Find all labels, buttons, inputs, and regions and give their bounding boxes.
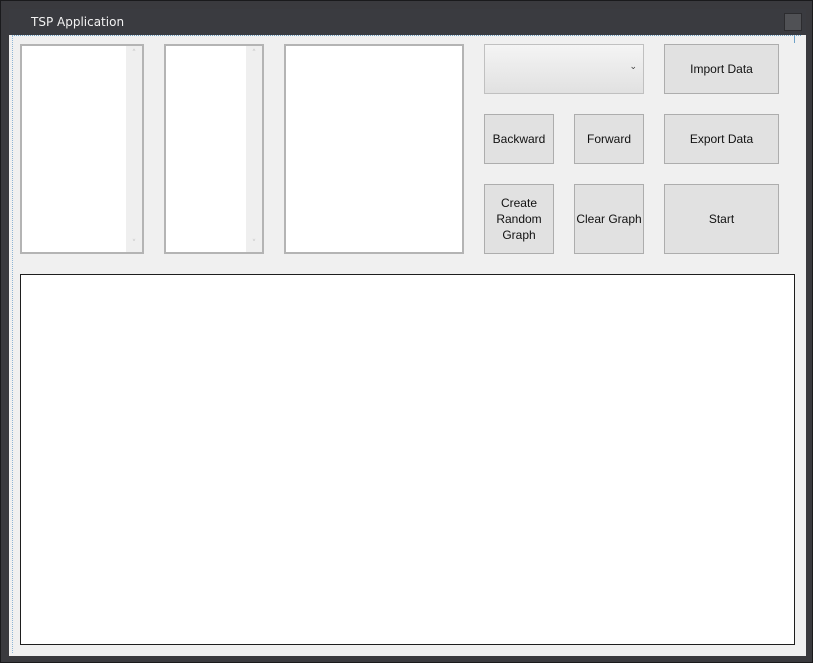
design-guide-right [794,35,795,43]
clear-graph-button[interactable]: Clear Graph [574,184,644,254]
scroll-down-arrow-icon[interactable]: ˅ [246,239,262,249]
window-control-button[interactable] [784,13,802,31]
create-random-graph-button[interactable]: Create Random Graph [484,184,554,254]
import-data-button[interactable]: Import Data [664,44,779,94]
list-box-1-scrollbar[interactable]: ˄ ˅ [126,46,142,252]
algorithm-dropdown[interactable]: ⌄ [484,44,644,94]
list-box-2-scrollbar[interactable]: ˄ ˅ [246,46,262,252]
scroll-down-arrow-icon[interactable]: ˅ [126,239,142,249]
graph-canvas[interactable] [20,274,795,645]
chevron-down-icon[interactable]: ⌄ [629,62,637,72]
list-box-3[interactable] [284,44,464,254]
list-box-1[interactable]: ˄ ˅ [20,44,144,254]
scroll-up-arrow-icon[interactable]: ˄ [246,49,262,59]
design-guide-top [12,35,801,36]
list-box-2[interactable]: ˄ ˅ [164,44,264,254]
scroll-up-arrow-icon[interactable]: ˄ [126,49,142,59]
design-guide-left [12,35,13,653]
app-window: TSP Application ˄ ˅ ˄ ˅ ⌄ Import Data Ba… [0,0,813,663]
backward-button[interactable]: Backward [484,114,554,164]
forward-button[interactable]: Forward [574,114,644,164]
start-button[interactable]: Start [664,184,779,254]
title-bar[interactable]: TSP Application [9,9,806,35]
window-title: TSP Application [31,15,125,29]
client-area: ˄ ˅ ˄ ˅ ⌄ Import Data Backward Forward E… [9,35,806,656]
export-data-button[interactable]: Export Data [664,114,779,164]
